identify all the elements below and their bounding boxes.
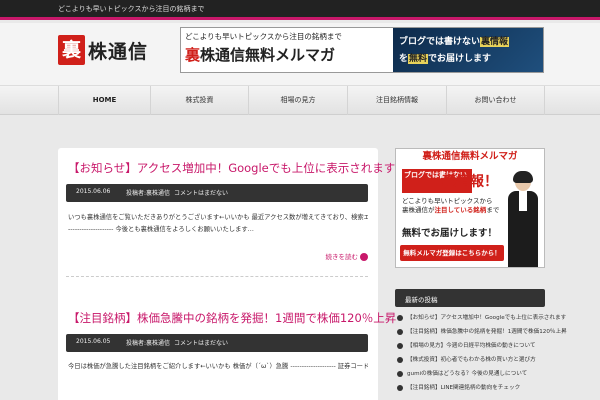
logo-mark: 裏: [58, 35, 86, 65]
bullet-icon: [397, 371, 403, 377]
post-excerpt: 今日は株価が急騰した注目銘柄をご紹介します←いいかも 株価が（´ω`）急騰 --…: [68, 361, 368, 373]
nav-item-stock-investing[interactable]: 株式投資: [150, 86, 248, 115]
post-meta-bar: 2015.06.06 投稿者:裏株通信 コメントはまだない: [66, 184, 368, 202]
post-author[interactable]: 投稿者:裏株通信: [126, 188, 170, 197]
post-excerpt: いつも裏株通信をご覧いただきありがとうございます←いいかも 最近アクセス数が増え…: [68, 212, 368, 236]
post-title[interactable]: 【注目銘柄】株価急騰中の銘柄を発掘！1週間で株価120％上昇: [68, 310, 396, 326]
banner-title-red: 裏: [185, 46, 201, 64]
presenter-photo: [504, 169, 542, 267]
nav-item-home[interactable]: HOME: [58, 86, 150, 115]
banner-right-line1-b: 裏情報: [480, 37, 510, 47]
recent-post-link[interactable]: 【お知らせ】アクセス増加中！Googleでも上位に表示されます: [407, 313, 566, 321]
post-date: 2015.06.06: [76, 188, 111, 195]
sidebar-banner-text2: 裏株通信が注目している銘柄まで: [402, 206, 499, 215]
sidebar-banner-text: どこよりも早いトピックスから 裏株通信が注目している銘柄まで: [402, 197, 499, 215]
list-item[interactable]: 【お知らせ】アクセス増加中！Googleでも上位に表示されます: [395, 312, 566, 326]
recent-post-link[interactable]: 【相場の見方】今週の日経平均株価の動きについて: [407, 341, 536, 349]
recent-post-link[interactable]: 【注目銘柄】LINE関連銘柄の動向をチェック: [407, 383, 520, 391]
post-meta-bar: 2015.06.05 投稿者:裏株通信 コメントはまだない: [66, 334, 368, 352]
header-banner-left: どこよりも早いトピックスから注目の銘柄まで 裏株通信無料メルマガ: [181, 28, 393, 72]
top-bar: どこよりも早いトピックスから注目の銘柄まで: [0, 0, 600, 20]
main-content: 【お知らせ】アクセス増加中！Googleでも上位に表示されます 2015.06.…: [58, 148, 396, 400]
banner-right-line1: ブログでは書けない裏情報: [399, 34, 510, 47]
nav-item-contact[interactable]: お問い合わせ: [446, 86, 545, 115]
site-header: 裏 株通信 どこよりも早いトピックスから注目の銘柄まで 裏株通信無料メルマガ ブ…: [0, 23, 600, 85]
main-nav: HOME 株式投資 相場の見方 注目銘柄情報 お問い合わせ: [0, 85, 600, 115]
sidebar-banner-headline: 裏情報！: [442, 174, 498, 190]
banner-right-line2-b: 無料: [408, 54, 429, 64]
recent-post-link[interactable]: 【株式投資】初心者でもわかる株の買い方と選び方: [407, 355, 536, 363]
sidebar-banner-text1: どこよりも早いトピックスから: [402, 197, 493, 205]
arrow-icon: [360, 253, 368, 261]
bullet-icon: [397, 357, 403, 363]
post-comments[interactable]: コメントはまだない: [174, 338, 228, 347]
sidebar-banner-deliver: 無料でお届けします！: [402, 228, 498, 239]
recent-posts-header: 最新の投稿: [395, 289, 545, 307]
list-item[interactable]: 【注目銘柄】LINE関連銘柄の動向をチェック: [395, 382, 555, 396]
presenter-hair: [513, 171, 533, 183]
nav-item-market-view[interactable]: 相場の見方: [248, 86, 347, 115]
site-tagline: どこよりも早いトピックスから注目の銘柄まで: [58, 5, 205, 13]
post-date: 2015.06.05: [76, 338, 111, 345]
read-more-link[interactable]: 続きを読む: [325, 251, 368, 261]
recent-post-link[interactable]: 【注目銘柄】株価急騰中の銘柄を発掘！1週間で株価120％上昇: [407, 327, 567, 335]
presenter-shirt: [519, 191, 527, 211]
post-divider: [66, 276, 368, 277]
post-excerpt-line1: 今日は株価が急騰した注目銘柄をご紹介します←いいかも 株価が（´ω`）急騰 --…: [68, 363, 368, 370]
banner-title-black: 株通信無料メルマガ: [200, 46, 336, 64]
list-item[interactable]: 【注目銘柄】株価急騰中の銘柄を発掘！1週間で株価120％上昇: [395, 326, 567, 340]
bullet-icon: [397, 315, 403, 321]
read-more-label: 続きを読む: [325, 253, 359, 261]
post-comments[interactable]: コメントはまだない: [174, 188, 228, 197]
header-banner[interactable]: どこよりも早いトピックスから注目の銘柄まで 裏株通信無料メルマガ ブログでは書け…: [180, 27, 544, 73]
header-banner-right: ブログでは書けない裏情報 を無料でお届けします: [393, 28, 543, 72]
banner-title: 裏株通信無料メルマガ: [185, 44, 335, 65]
sidebar-banner-text2-b: 注目している銘柄: [434, 206, 487, 214]
site-logo[interactable]: 裏 株通信: [58, 33, 148, 67]
recent-post-link[interactable]: gumiの株価はどうなる？今後の見通しについて: [407, 369, 527, 377]
nav-item-featured-stocks[interactable]: 注目銘柄情報: [347, 86, 446, 115]
post-excerpt-line1: いつも裏株通信をご覧いただきありがとうございます←いいかも 最近アクセス数が増え…: [68, 214, 368, 221]
sidebar-banner-text2-c: まで: [486, 206, 500, 214]
bullet-icon: [397, 385, 403, 391]
banner-right-line2: を無料でお届けします: [399, 51, 491, 64]
banner-subtitle: どこよりも早いトピックスから注目の銘柄まで: [185, 32, 342, 41]
banner-right-line2-c: でお届けします: [428, 54, 492, 64]
list-item[interactable]: 【株式投資】初心者でもわかる株の買い方と選び方: [395, 354, 555, 368]
logo-text: 株通信: [88, 40, 149, 63]
list-item[interactable]: 【相場の見方】今週の日経平均株価の動きについて: [395, 340, 555, 354]
bullet-icon: [397, 343, 403, 349]
sidebar-banner-text2-a: 裏株通信が: [402, 206, 435, 214]
sidebar-newsletter-banner[interactable]: 裏株通信無料メルマガ ブログでは書けない 裏情報！ どこよりも早いトピックスから…: [395, 148, 545, 268]
list-item[interactable]: gumiの株価はどうなる？今後の見通しについて: [395, 368, 555, 382]
banner-right-line1-a: ブログでは書けない: [399, 37, 481, 47]
bullet-icon: [397, 329, 403, 335]
post-author[interactable]: 投稿者:裏株通信: [126, 338, 170, 347]
recent-posts-title: 最新の投稿: [405, 296, 438, 304]
post-excerpt-line2: -------------------- 今後とも裏株通信をよろしくお願いいたし…: [68, 226, 254, 233]
banner-right-line2-a: を: [399, 54, 409, 64]
post-title[interactable]: 【お知らせ】アクセス増加中！Googleでも上位に表示されます: [68, 160, 395, 176]
newsletter-signup-button[interactable]: 無料メルマガ登録はこちらから！: [400, 245, 504, 261]
sidebar-banner-title: 裏株通信無料メルマガ: [396, 149, 544, 165]
